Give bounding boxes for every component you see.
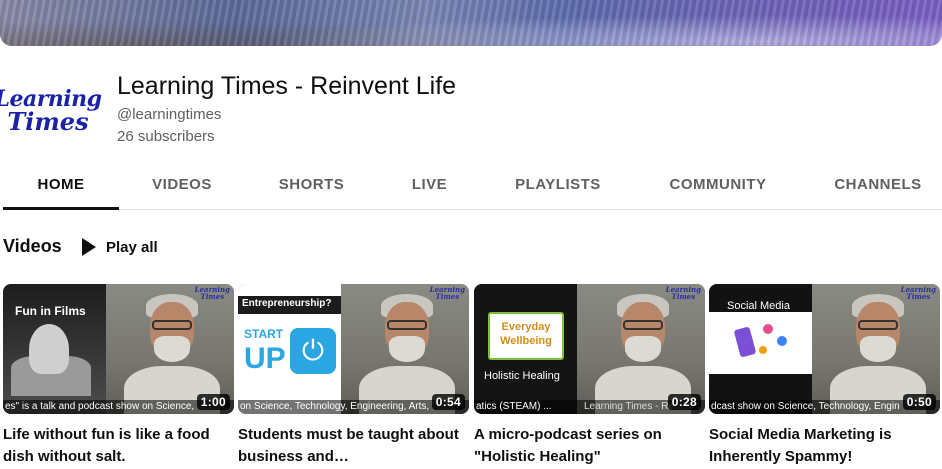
video-thumbnail[interactable]: Entrepreneurship? START UP ⏻ Learning Tim… <box>238 284 469 414</box>
thumbnail-logo-line2: Times <box>435 292 460 301</box>
thumbnail-logo: Learning Times <box>666 286 701 300</box>
video-card[interactable]: Fun in Films Learning Times es" is a talk… <box>3 284 234 468</box>
thumbnail-logo: Learning Times <box>195 286 230 300</box>
channel-title: Learning Times - Reinvent Life <box>117 72 457 100</box>
thumbnail-overlay-text: Everyday Wellbeing <box>500 321 552 347</box>
thumbnail-ticker-text-2: Learning Times - Re <box>584 401 675 412</box>
thumbnail-logo-line2: Times <box>671 292 696 301</box>
video-title[interactable]: Students must be taught about business a… <box>238 424 463 468</box>
play-all-label: Play all <box>106 238 158 256</box>
presenter-glasses <box>858 320 898 330</box>
presenter-glasses <box>152 320 192 330</box>
tab-community[interactable]: COMMUNITY <box>635 160 801 209</box>
play-all-button[interactable]: Play all <box>76 233 158 261</box>
tab-home[interactable]: HOME <box>3 160 119 210</box>
video-duration: 0:50 <box>902 394 936 410</box>
thumbnail-overlay-text: Social Media <box>727 300 790 312</box>
presenter-glasses <box>623 320 663 330</box>
presenter-glasses <box>387 320 427 330</box>
section-title: Videos <box>3 236 62 256</box>
thumbnail-graphic: Social Media <box>709 284 812 414</box>
thumbnail-logo-line2: Times <box>200 292 225 301</box>
thumbnail-up-text: UP <box>244 342 286 375</box>
play-icon <box>82 238 96 256</box>
channel-header: Learning Times Learning Times - Reinvent… <box>0 62 942 162</box>
thumbnail-overlay-text: Fun in Films <box>15 304 86 318</box>
thumbnail-logo: Learning Times <box>901 286 936 300</box>
video-thumbnail[interactable]: Everyday Wellbeing Holistic Healing Lear… <box>474 284 705 414</box>
thumbnail-graphic: Entrepreneurship? START UP ⏻ <box>238 284 341 414</box>
people-icon <box>759 346 767 354</box>
channel-banner <box>0 0 942 46</box>
thumbnail-ticker-text: atics (STEAM) ... <box>476 401 552 412</box>
film-figure-head <box>29 324 69 374</box>
thumbnail-overlay-text: Entrepreneurship? <box>242 298 332 309</box>
social-media-illustration <box>709 312 812 374</box>
presenter-beard <box>389 336 425 362</box>
presenter-beard <box>154 336 190 362</box>
video-card[interactable]: Everyday Wellbeing Holistic Healing Lear… <box>474 284 705 468</box>
tab-shorts[interactable]: SHORTS <box>245 160 378 209</box>
video-duration: 1:00 <box>196 394 230 410</box>
thumbnail-graphic: Everyday Wellbeing Holistic Healing <box>474 284 577 414</box>
video-title[interactable]: Social Media Marketing is Inherently Spa… <box>709 424 934 468</box>
thumbnail-graphic: Fun in Films <box>3 284 106 414</box>
thumbnail-subtitle-text: Holistic Healing <box>484 370 560 382</box>
channel-tabs: HOME VIDEOS SHORTS LIVE PLAYLISTS COMMUN… <box>3 160 942 210</box>
power-icon: ⏻ <box>290 328 336 374</box>
video-card[interactable]: Entrepreneurship? START UP ⏻ Learning Tim… <box>238 284 469 468</box>
video-thumbnail[interactable]: Fun in Films Learning Times es" is a talk… <box>3 284 234 414</box>
video-title[interactable]: Life without fun is like a food dish wit… <box>3 424 228 468</box>
thumbnail-logo: Learning Times <box>430 286 465 300</box>
video-title[interactable]: A micro-podcast series on "Holistic Heal… <box>474 424 699 468</box>
presenter-beard <box>860 336 896 362</box>
channel-handle: @learningtimes <box>117 106 222 123</box>
tab-live[interactable]: LIVE <box>378 160 481 209</box>
thumbnail-logo-line2: Times <box>906 292 931 301</box>
thumbnail-start-text: START <box>244 327 284 341</box>
subscriber-count: 26 subscribers <box>117 128 215 145</box>
tab-videos[interactable]: VIDEOS <box>119 160 245 209</box>
tab-playlists[interactable]: PLAYLISTS <box>481 160 635 209</box>
tab-channels[interactable]: CHANNELS <box>801 160 942 209</box>
video-thumbnail[interactable]: Social Media Learning Times dcast show on… <box>709 284 940 414</box>
video-duration: 0:54 <box>431 394 465 410</box>
presenter-beard <box>625 336 661 362</box>
people-icon <box>777 336 787 346</box>
video-card[interactable]: Social Media Learning Times dcast show on… <box>709 284 940 468</box>
people-icon <box>763 324 773 334</box>
channel-avatar[interactable]: Learning Times <box>0 76 102 146</box>
video-duration: 0:28 <box>667 394 701 410</box>
avatar-text-line2: Times <box>7 107 89 136</box>
